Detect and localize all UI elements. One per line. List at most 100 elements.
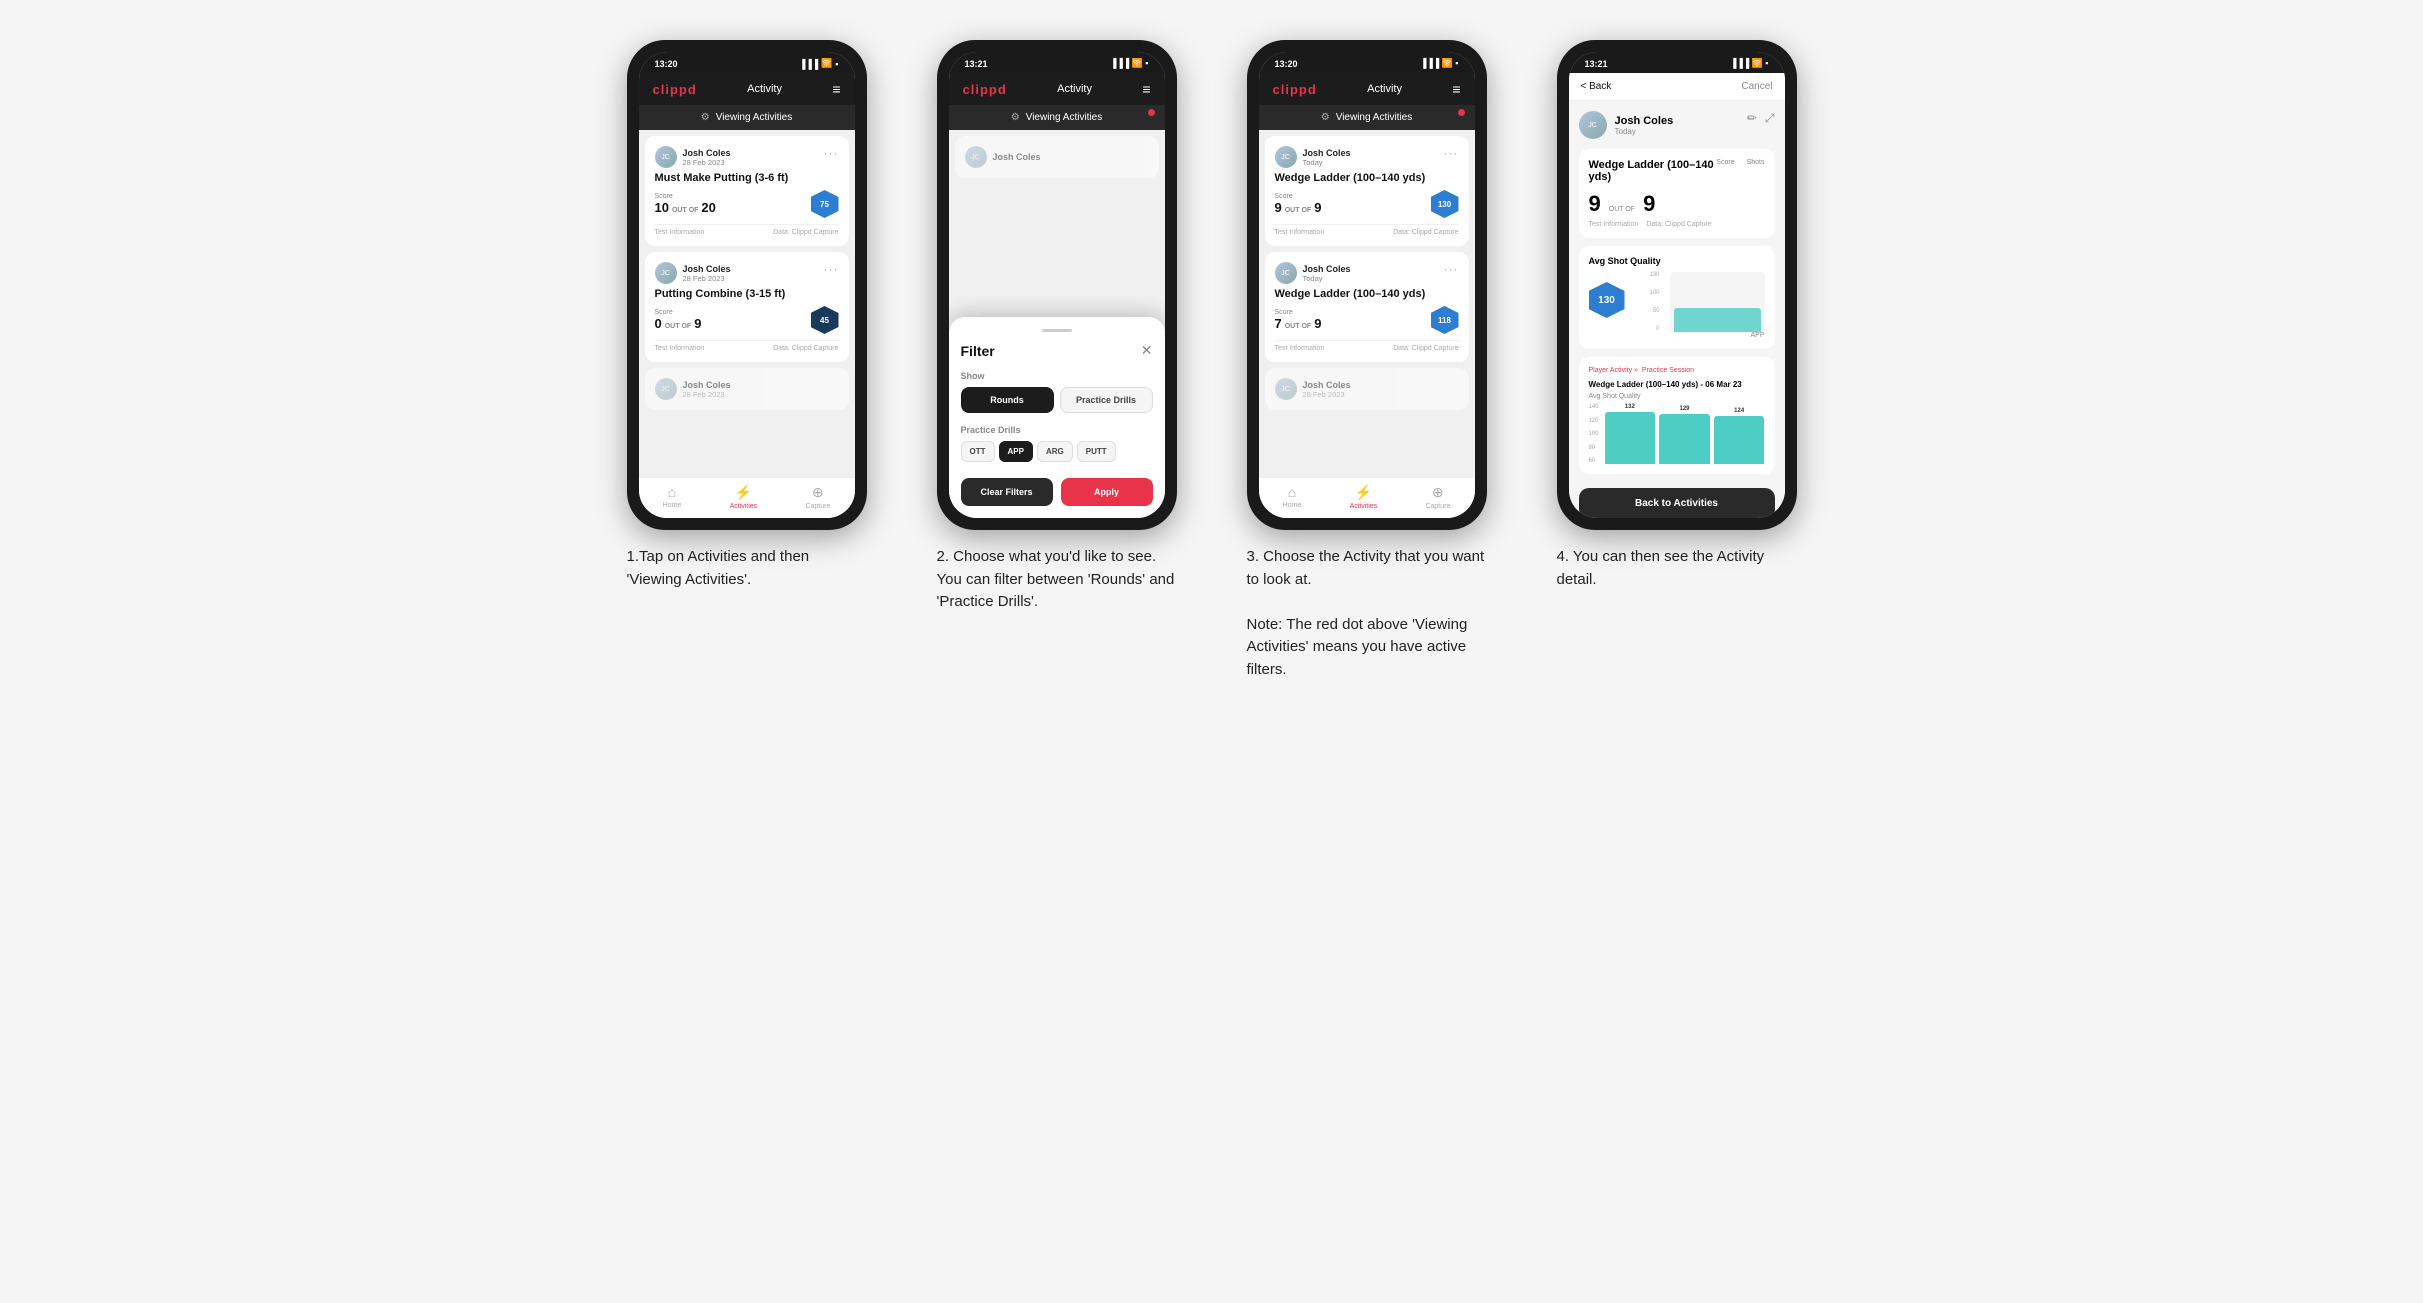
- hex-badge-3-2: 118: [1431, 306, 1459, 334]
- info-line1: Test Information: [1589, 221, 1639, 228]
- card-header-1-2: JC Josh Coles 28 Feb 2023 ···: [655, 262, 839, 284]
- score-col-label: Score: [1716, 159, 1734, 166]
- card-user-1-3: JC Josh Coles 28 Feb 2023: [655, 378, 839, 400]
- footer-right-1-1: Data: Clippd Capture: [773, 229, 838, 236]
- phones-row: 13:20 ▐▐▐ 🛜 ▪ clippd Activity ≡ ⚙ Vie: [607, 40, 1817, 681]
- detail-nav: < Back Cancel: [1569, 73, 1785, 101]
- hamburger-icon-2[interactable]: ≡: [1142, 81, 1150, 97]
- status-icons-4: ▐▐▐ 🛜 ▪: [1730, 58, 1769, 69]
- status-time-3: 13:20: [1275, 59, 1298, 69]
- modal-close-button[interactable]: ✕: [1141, 342, 1153, 359]
- detail-shots-val: 9: [1643, 191, 1655, 217]
- nav-home-1[interactable]: ⌂ Home: [663, 484, 682, 510]
- screen-content-3: JC Josh Coles Today ··· Wedge Ladder (10…: [1259, 130, 1475, 477]
- activity-card-1-1[interactable]: JC Josh Coles 28 Feb 2023 ··· Must Make …: [645, 136, 849, 246]
- detail-user-name: Josh Coles: [1615, 115, 1674, 127]
- nav-activities-1[interactable]: ⚡ Activities: [730, 484, 758, 510]
- user-date-1-3: 28 Feb 2023: [683, 390, 731, 399]
- edit-icon[interactable]: ✏: [1747, 111, 1757, 126]
- battery-icon: ▪: [835, 59, 838, 69]
- info-line2: Data: Clippd Capture: [1646, 221, 1711, 228]
- bar-1: [1605, 412, 1656, 464]
- card-menu-3-1[interactable]: ···: [1444, 146, 1459, 160]
- nav-home-3[interactable]: ⌂ Home: [1283, 484, 1302, 510]
- detail-user-info: JC Josh Coles Today: [1579, 111, 1674, 139]
- user-info-1-2: Josh Coles 28 Feb 2023: [683, 264, 731, 283]
- hex-badge-1-1: 75: [811, 190, 839, 218]
- activity-card-3-2[interactable]: JC Josh Coles Today ··· Wedge Ladder (10…: [1265, 252, 1469, 362]
- modal-handle: [1042, 329, 1072, 332]
- app-logo-2: clippd: [963, 82, 1007, 97]
- drill-tag-arg[interactable]: ARG: [1037, 441, 1073, 462]
- phone-col-2: 13:21 ▐▐▐ 🛜 ▪ clippd Activity ≡ ⚙ Viewin…: [917, 40, 1197, 614]
- user-name-3-2: Josh Coles: [1303, 264, 1351, 274]
- card-footer-1-2: Test Information Data: Clippd Capture: [655, 340, 839, 352]
- score-label-3-1: Score: [1275, 193, 1322, 200]
- phone-col-3: 13:20 ▐▐▐ 🛜 ▪ clippd Activity ≡ ⚙ Viewin…: [1227, 40, 1507, 681]
- nav-capture-3[interactable]: ⊕ Capture: [1425, 484, 1450, 510]
- back-to-activities-button[interactable]: Back to Activities: [1579, 488, 1775, 518]
- card-stats-1-1: Score 10 OUT OF 20 75: [655, 190, 839, 218]
- user-date-1-1: 28 Feb 2023: [683, 158, 731, 167]
- capture-icon-1: ⊕: [812, 484, 824, 501]
- card-user-1-2: JC Josh Coles 28 Feb 2023: [655, 262, 731, 284]
- filter-banner-3[interactable]: ⚙ Viewing Activities: [1259, 105, 1475, 130]
- card-stats-1-2: Score 0 OUT OF 9 45: [655, 306, 839, 334]
- status-icons-2: ▐▐▐ 🛜 ▪: [1110, 58, 1149, 69]
- score-val-1-1: 10: [655, 200, 669, 215]
- home-icon-3: ⌂: [1288, 484, 1296, 500]
- nav-activities-3[interactable]: ⚡ Activities: [1350, 484, 1378, 510]
- drill-tag-putt[interactable]: PUTT: [1077, 441, 1116, 462]
- modal-title: Filter: [961, 343, 995, 359]
- user-name-3-3: Josh Coles: [1303, 380, 1351, 390]
- phone-4-screen: 13:21 ▐▐▐ 🛜 ▪ < Back Cancel JC Josh Cole…: [1569, 52, 1785, 518]
- user-date-3-1: Today: [1303, 158, 1351, 167]
- card-menu-3-2[interactable]: ···: [1444, 262, 1459, 276]
- capture-icon-3: ⊕: [1432, 484, 1444, 501]
- app-logo-1: clippd: [653, 82, 697, 97]
- clear-filters-button[interactable]: Clear Filters: [961, 478, 1053, 506]
- card-title-1-2: Putting Combine (3-15 ft): [655, 288, 839, 300]
- drill-tags: OTT APP ARG PUTT: [961, 441, 1153, 462]
- partial-user-2: Josh Coles: [993, 152, 1041, 162]
- footer-left-1-2: Test Information: [655, 345, 705, 352]
- avatar-1-2: JC: [655, 262, 677, 284]
- status-icons-1: ▐▐▐ 🛜 ▪: [799, 58, 839, 69]
- status-bar-4: 13:21 ▐▐▐ 🛜 ▪: [1569, 52, 1785, 73]
- activity-card-3-1[interactable]: JC Josh Coles Today ··· Wedge Ladder (10…: [1265, 136, 1469, 246]
- drill-tag-app[interactable]: APP: [999, 441, 1033, 462]
- nav-capture-1[interactable]: ⊕ Capture: [805, 484, 830, 510]
- filter-banner-2[interactable]: ⚙ Viewing Activities: [949, 105, 1165, 130]
- session-chart-label: Avg Shot Quality: [1589, 393, 1765, 400]
- shots-col-label: Shots: [1747, 159, 1765, 166]
- drill-tag-ott[interactable]: OTT: [961, 441, 995, 462]
- hamburger-icon-1[interactable]: ≡: [832, 81, 840, 97]
- modal-header: Filter ✕: [961, 342, 1153, 359]
- bar-2: [1659, 414, 1710, 464]
- back-button[interactable]: < Back: [1581, 81, 1612, 92]
- toggle-practice-drills[interactable]: Practice Drills: [1060, 387, 1153, 413]
- avatar-1-3: JC: [655, 378, 677, 400]
- toggle-rounds[interactable]: Rounds: [961, 387, 1054, 413]
- red-dot-2: [1148, 109, 1155, 116]
- score-3-2: 7: [1275, 316, 1282, 331]
- bottom-nav-1: ⌂ Home ⚡ Activities ⊕ Capture: [639, 477, 855, 518]
- home-icon-1: ⌂: [668, 484, 676, 500]
- filter-icon-2: ⚙: [1011, 112, 1020, 123]
- card-menu-1-2[interactable]: ···: [824, 262, 839, 276]
- phone-4: 13:21 ▐▐▐ 🛜 ▪ < Back Cancel JC Josh Cole…: [1557, 40, 1797, 530]
- user-info-1-1: Josh Coles 28 Feb 2023: [683, 148, 731, 167]
- nav-title-2: Activity: [1057, 83, 1092, 95]
- nav-title-3: Activity: [1367, 83, 1402, 95]
- user-name-1-2: Josh Coles: [683, 264, 731, 274]
- detail-action-icons: ✏ ⤢: [1747, 111, 1775, 126]
- cancel-button[interactable]: Cancel: [1741, 81, 1772, 92]
- filter-banner-1[interactable]: ⚙ Viewing Activities: [639, 105, 855, 130]
- user-date-3-2: Today: [1303, 274, 1351, 283]
- expand-icon[interactable]: ⤢: [1765, 111, 1775, 126]
- activity-card-1-2[interactable]: JC Josh Coles 28 Feb 2023 ··· Putting Co…: [645, 252, 849, 362]
- apply-button[interactable]: Apply: [1061, 478, 1153, 506]
- hamburger-icon-3[interactable]: ≡: [1452, 81, 1460, 97]
- card-menu-1-1[interactable]: ···: [824, 146, 839, 160]
- phone-2: 13:21 ▐▐▐ 🛜 ▪ clippd Activity ≡ ⚙ Viewin…: [937, 40, 1177, 530]
